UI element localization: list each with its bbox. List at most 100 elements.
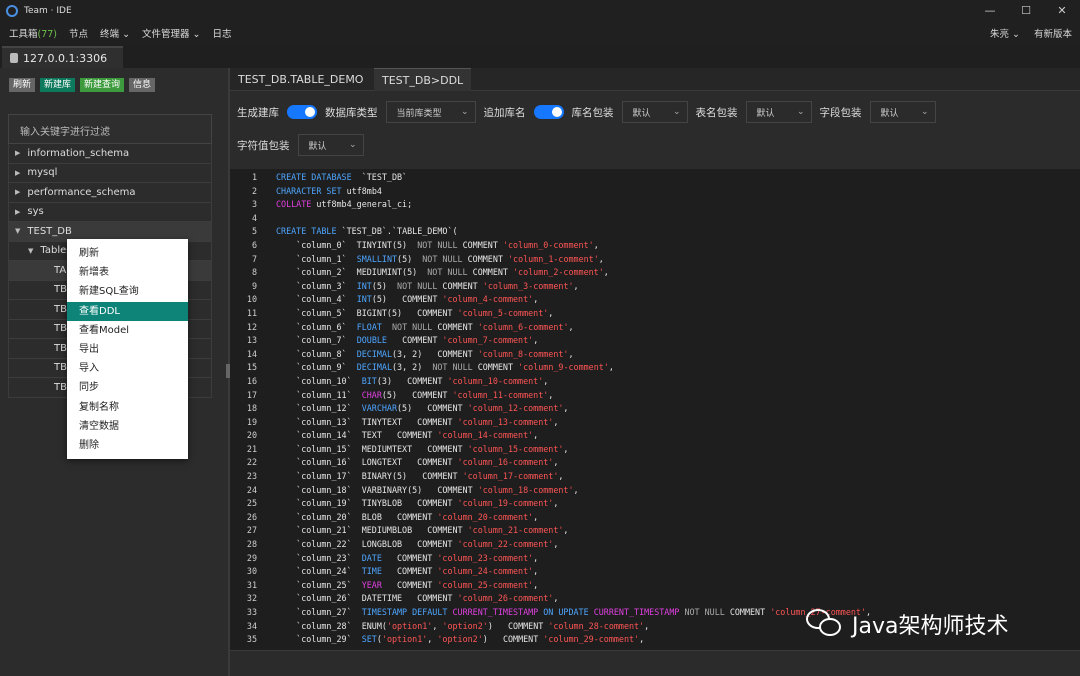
chevron-down-icon: ⌄ <box>460 107 469 117</box>
ctx-copy-name[interactable]: 复制名称 <box>67 398 188 417</box>
tab-table-demo[interactable]: TEST_DB.TABLE_DEMO <box>230 68 371 91</box>
line-number: 15 <box>246 362 257 373</box>
line-number: 29 <box>246 552 257 563</box>
new-database-button[interactable]: 新建库 <box>40 78 76 92</box>
code-token: ON UPDATE <box>543 607 589 617</box>
line-number: 9 <box>251 280 257 291</box>
code-token: COMMENT <box>381 552 438 563</box>
code-token: DATE <box>361 552 382 563</box>
code-token: DECIMAL <box>356 348 392 359</box>
code-line: 30 `column_24` TIME COMMENT 'column_24-c… <box>230 565 1080 579</box>
user-menu[interactable]: 朱亮 ⌄ <box>990 26 1020 40</box>
code-token: `column_2` MEDIUMINT(5) <box>276 267 428 278</box>
ctx-new-table[interactable]: 新增表 <box>67 263 188 282</box>
code-token: `column_27` <box>276 607 362 617</box>
code-token: `column_20` BLOB COMMENT <box>276 511 438 522</box>
code-line: 7 `column_1` SMALLINT(5) NOT NULL COMMEN… <box>230 253 1080 267</box>
menu-toolbox[interactable]: 工具箱(77) <box>9 26 57 40</box>
refresh-button[interactable]: 刷新 <box>9 78 36 92</box>
code-token: , <box>533 552 539 563</box>
line-content: `column_9` DECIMAL(3, 2) NOT NULL COMMEN… <box>257 361 614 375</box>
code-token: `column_7` <box>276 335 357 346</box>
code-token: COMMENT <box>457 239 503 250</box>
update-link[interactable]: 有新版本 <box>1034 26 1072 40</box>
new-query-button[interactable]: 新建查询 <box>80 78 125 92</box>
ctx-delete[interactable]: 删除 <box>67 436 188 455</box>
code-token: `column_1` <box>276 253 357 264</box>
line-content: CREATE TABLE `TEST_DB`.`TABLE_DEMO`( <box>257 225 458 239</box>
ctx-truncate[interactable]: 清空数据 <box>67 417 188 436</box>
field-wrap-select[interactable]: 默认 ⌄ <box>869 101 936 123</box>
ctx-view-ddl[interactable]: 查看DDL <box>67 301 188 321</box>
code-token: , <box>568 321 574 332</box>
menu-logs[interactable]: 日志 <box>213 26 232 40</box>
info-button[interactable]: 信息 <box>129 78 156 92</box>
menu-terminal[interactable]: 终端 ⌄ <box>100 26 130 40</box>
code-token: VARCHAR <box>361 403 398 414</box>
code-token: 'column_19-comment' <box>457 498 554 509</box>
line-number: 11 <box>246 307 257 318</box>
code-token: , <box>573 484 579 495</box>
code-token: 'column_29-comment' <box>543 634 640 645</box>
code-token: `column_13` TINYTEXT COMMENT <box>276 416 458 427</box>
code-token: `column_24` <box>276 566 362 577</box>
ctx-import[interactable]: 导入 <box>67 359 188 378</box>
code-token: 'column_0-comment' <box>502 239 594 250</box>
code-token: , <box>548 389 554 400</box>
code-token: `column_12` <box>276 403 362 414</box>
code-token: , <box>533 294 539 305</box>
db-wrap-select[interactable]: 默认 ⌄ <box>621 101 688 123</box>
code-token: CHARACTER SET <box>276 185 342 196</box>
table-wrap-select[interactable]: 默认 ⌄ <box>745 101 812 123</box>
minimize-button[interactable]: — <box>972 0 1008 22</box>
tree-item-performance-schema[interactable]: ▶ performance_schema <box>8 183 212 203</box>
filter-input[interactable]: 输入关键字进行过滤 <box>8 114 212 144</box>
code-token: 'column_10-comment' <box>447 375 544 386</box>
gen-db-label: 生成建库 <box>237 106 279 119</box>
line-number: 10 <box>246 294 257 305</box>
line-number: 24 <box>246 484 257 495</box>
chevron-down-icon: ⌄ <box>348 140 357 150</box>
maximize-button[interactable]: ☐ <box>1008 0 1044 22</box>
tree-item-sys[interactable]: ▶ sys <box>8 202 212 222</box>
line-number: 32 <box>246 593 257 604</box>
code-token: 'column_7-comment' <box>442 335 534 346</box>
menu-file-manager[interactable]: 文件管理器 ⌄ <box>142 26 200 40</box>
ctx-export[interactable]: 导出 <box>67 340 188 359</box>
char-wrap-select[interactable]: 默认 ⌄ <box>297 134 364 156</box>
code-token: 'column_18-comment' <box>477 484 574 495</box>
ctx-refresh[interactable]: 刷新 <box>67 244 188 263</box>
add-db-name-toggle[interactable] <box>533 105 564 119</box>
code-token: , <box>563 403 569 414</box>
code-token: , <box>553 498 559 509</box>
ctx-sync[interactable]: 同步 <box>67 378 188 397</box>
line-content: `column_28` ENUM('option1', 'option2') C… <box>257 620 649 634</box>
line-content: `column_6` FLOAT NOT NULL COMMENT 'colum… <box>257 321 574 335</box>
menu-nodes[interactable]: 节点 <box>69 26 88 40</box>
code-token: , <box>644 620 650 631</box>
connection-tab-label: 127.0.0.1:3306 <box>23 51 108 65</box>
code-token: ) COMMENT <box>487 620 549 631</box>
gen-db-toggle[interactable] <box>287 105 317 119</box>
ctx-view-model[interactable]: 查看Model <box>67 321 188 340</box>
code-token: `column_29` <box>276 634 362 645</box>
db-type-select[interactable]: 当前库类型 ⌄ <box>385 101 476 123</box>
line-number: 35 <box>246 634 257 645</box>
close-button[interactable]: ✕ <box>1044 0 1080 22</box>
tree-item-mysql[interactable]: ▶ mysql <box>8 163 212 183</box>
code-token: , <box>563 443 569 454</box>
code-token: `column_14` TEXT COMMENT <box>276 430 438 441</box>
connection-tab[interactable]: 127.0.0.1:3306 <box>2 46 124 68</box>
table-wrap-label: 表名包装 <box>695 106 738 119</box>
chevron-down-icon: ⌄ <box>672 107 681 117</box>
line-number: 26 <box>246 511 257 522</box>
line-number: 13 <box>246 335 257 346</box>
ddl-code-editor[interactable]: 1 CREATE DATABASE `TEST_DB` 2 CHARACTER SET… <box>230 169 1080 650</box>
code-token: 'column_26-comment' <box>457 593 554 604</box>
tree-item-information-schema[interactable]: ▶ information_schema <box>8 144 212 164</box>
code-token: `column_6` <box>276 321 357 332</box>
tab-ddl[interactable]: TEST_DB>DDL <box>374 68 472 91</box>
ctx-new-sql-query[interactable]: 新建SQL查询 <box>67 282 188 301</box>
code-line: 15 `column_9` DECIMAL(3, 2) NOT NULL COM… <box>230 361 1080 375</box>
code-token: , <box>608 362 614 373</box>
